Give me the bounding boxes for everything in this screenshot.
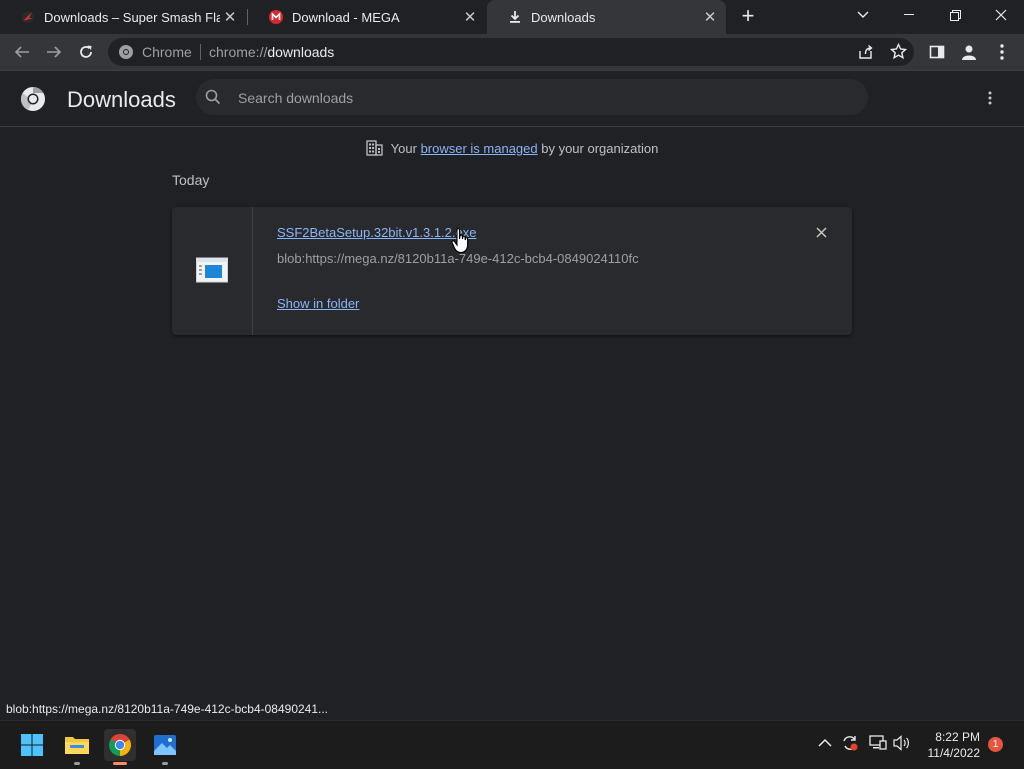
building-icon <box>366 140 383 159</box>
status-bubble: blob:https://mega.nz/8120b11a-749e-412c-… <box>0 699 335 720</box>
file-icon <box>196 257 228 288</box>
browser-menu-icon[interactable] <box>990 40 1014 64</box>
tab-mega[interactable]: Download - MEGA ✕ <box>248 0 486 34</box>
managed-text-prefix: Your <box>390 141 421 156</box>
network-icon[interactable] <box>869 735 887 754</box>
close-tab-icon[interactable]: ✕ <box>700 8 720 26</box>
chrome-logo <box>20 86 46 117</box>
bookmark-star-icon[interactable] <box>889 42 908 65</box>
tab-search-icon[interactable] <box>840 0 886 30</box>
smash-flash-favicon <box>20 9 36 25</box>
chrome-site-icon <box>118 44 134 65</box>
search-box <box>196 79 868 115</box>
side-panel-icon[interactable] <box>925 40 949 64</box>
url-text: chrome://downloads <box>209 44 334 60</box>
browser-toolbar: Chrome chrome://downloads <box>0 34 1024 70</box>
forward-icon[interactable] <box>42 40 66 64</box>
tab-title: Downloads <box>531 9 596 25</box>
active-indicator <box>113 762 127 765</box>
downloads-header: Downloads <box>0 71 1024 127</box>
downloads-menu-icon[interactable] <box>980 89 1000 109</box>
profile-icon[interactable] <box>957 40 981 64</box>
mega-favicon <box>268 9 284 25</box>
restore-icon[interactable] <box>932 0 978 30</box>
url-host: downloads <box>267 44 335 60</box>
notification-badge[interactable]: 1 <box>988 737 1003 752</box>
hand-cursor-icon <box>451 228 471 259</box>
running-indicator <box>162 762 168 765</box>
tab-super-smash-flash[interactable]: Downloads – Super Smash Flash ✕ <box>0 0 246 34</box>
tab-title: Downloads – Super Smash Flash <box>44 9 220 25</box>
close-window-icon[interactable] <box>978 0 1024 30</box>
close-tab-icon[interactable]: ✕ <box>460 8 480 26</box>
reload-icon[interactable] <box>74 40 98 64</box>
sync-icon[interactable] <box>841 734 859 755</box>
omnibox-separator <box>200 44 201 60</box>
windows-start-icon[interactable] <box>16 729 48 761</box>
new-tab-button[interactable]: + <box>738 5 758 28</box>
tab-title: Download - MEGA <box>292 9 400 25</box>
managed-notice: Your browser is managed by your organiza… <box>0 140 1024 159</box>
date-group-label: Today <box>172 172 210 188</box>
tab-strip: Downloads – Super Smash Flash ✕ Download… <box>0 0 1024 34</box>
windows-taskbar: 8:22 PM 11/4/2022 1 <box>0 720 1024 769</box>
download-item-card: SSF2BetaSetup.32bit.v1.3.1.2.exe blob:ht… <box>172 207 852 335</box>
show-in-folder-link[interactable]: Show in folder <box>277 296 359 311</box>
close-tab-icon[interactable]: ✕ <box>220 8 240 26</box>
remove-download-icon[interactable] <box>816 225 827 243</box>
site-label: Chrome <box>142 44 192 60</box>
photos-icon[interactable] <box>149 729 181 765</box>
page-title: Downloads <box>67 87 176 112</box>
running-indicator <box>74 762 80 765</box>
download-favicon <box>507 9 523 25</box>
show-hidden-icons-chevron-icon[interactable] <box>818 735 832 751</box>
clock-date: 11/4/2022 <box>927 746 981 760</box>
browser-managed-link[interactable]: browser is managed <box>421 141 538 156</box>
minimize-icon[interactable] <box>886 0 932 30</box>
download-filename-link[interactable]: SSF2BetaSetup.32bit.v1.3.1.2.exe <box>277 225 476 240</box>
managed-text-suffix: by your organization <box>537 141 659 156</box>
back-icon[interactable] <box>10 40 34 64</box>
file-explorer-icon[interactable] <box>61 729 93 765</box>
download-icon-column <box>172 207 253 335</box>
search-downloads-input[interactable] <box>236 87 840 109</box>
tab-downloads[interactable]: Downloads ✕ <box>487 0 726 34</box>
system-clock[interactable]: 8:22 PM 11/4/2022 <box>918 729 981 761</box>
search-icon <box>205 89 221 110</box>
share-icon[interactable] <box>858 44 874 65</box>
chrome-icon[interactable] <box>104 729 136 765</box>
volume-icon[interactable] <box>893 735 911 754</box>
address-bar[interactable]: Chrome chrome://downloads <box>108 38 914 66</box>
url-prefix: chrome:// <box>209 44 268 60</box>
clock-time: 8:22 PM <box>935 730 980 744</box>
